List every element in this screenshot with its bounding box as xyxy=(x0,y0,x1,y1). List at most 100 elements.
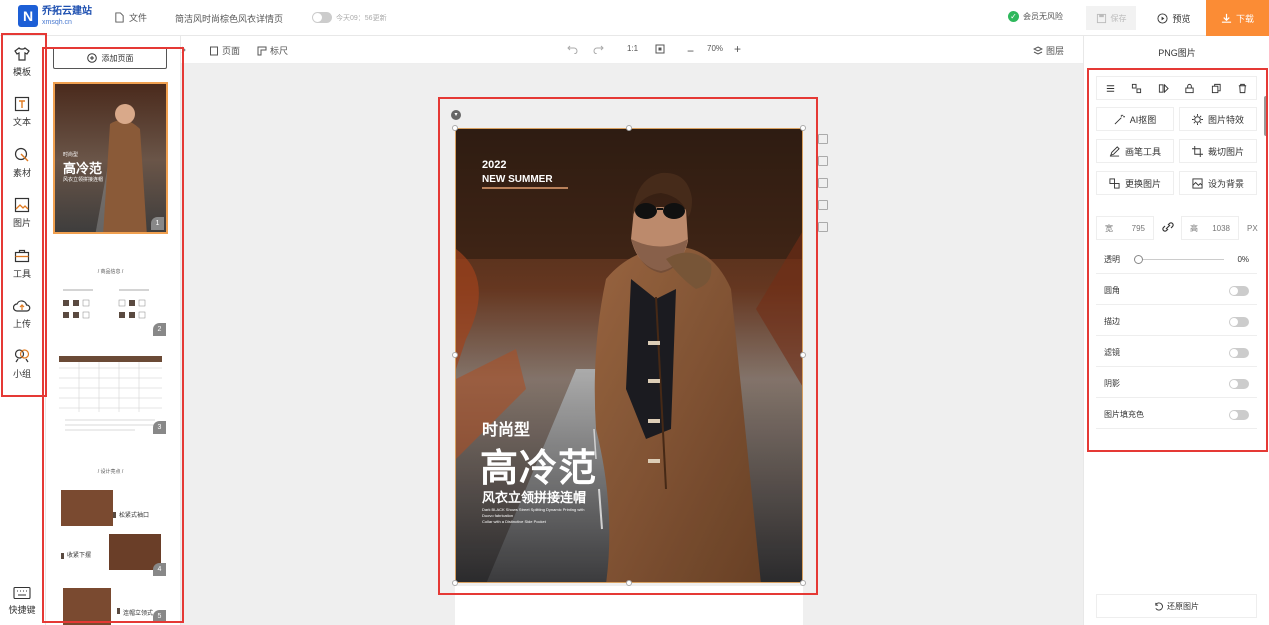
sidebar-item-tools[interactable]: 工具 xyxy=(0,248,44,280)
collapse-arrow-icon[interactable]: ▾ xyxy=(451,110,461,120)
thumb-line2: 高冷范 xyxy=(63,161,103,176)
group-icon[interactable] xyxy=(1131,83,1142,94)
height-value: 1038 xyxy=(1212,223,1230,233)
page-thumb-1[interactable]: 时尚型 高冷范 风衣立领拼接连帽 1 xyxy=(53,82,168,234)
canvas-workspace[interactable]: ▾ 2022 NEW SUMMER 时尚型 高冷范 风衣立领拼接连帽 Dark … xyxy=(181,64,1083,625)
set-background-button[interactable]: 设为背景 xyxy=(1179,171,1257,195)
delete-icon[interactable] xyxy=(1237,83,1248,94)
poster-divider xyxy=(482,187,568,189)
shadow-toggle[interactable] xyxy=(1229,378,1249,389)
sidebar-item-upload[interactable]: 上传 xyxy=(0,298,44,330)
resize-handle[interactable] xyxy=(800,352,806,358)
sidebar-item-templates[interactable]: 模板 xyxy=(0,46,44,78)
flip-icon[interactable] xyxy=(1158,83,1169,94)
stroke-toggle[interactable] xyxy=(1229,316,1249,327)
poster-line3[interactable]: 风衣立领拼接连帽 xyxy=(482,487,586,506)
sidebar-item-shortcuts[interactable]: 快捷键 xyxy=(0,586,44,616)
move-down-icon[interactable] xyxy=(818,156,828,166)
file-menu-button[interactable]: 文件 xyxy=(114,11,147,24)
align-icon[interactable] xyxy=(1105,83,1116,94)
add-page-button[interactable]: 添加页面 xyxy=(53,47,167,69)
replace-icon xyxy=(1109,177,1120,189)
ai-cutout-button[interactable]: AI抠图 xyxy=(1096,107,1174,131)
width-label: 宽 xyxy=(1105,223,1113,233)
unit-label: PX xyxy=(1247,224,1258,233)
poster-season[interactable]: NEW SUMMER xyxy=(482,174,553,185)
page-settings-button[interactable]: 页面 xyxy=(209,44,240,57)
logo[interactable]: N 乔拓云建站 xmsqh.cn xyxy=(18,5,92,27)
file-icon xyxy=(115,12,124,23)
page-thumb-4[interactable]: / 设计亮点 / 松紧式袖口 收紧下摆 4 xyxy=(53,450,168,578)
thumb-detail-photo xyxy=(63,588,120,625)
vip-badge[interactable]: ✓ 会员无风险 xyxy=(1008,11,1063,22)
cloud-upload-icon xyxy=(13,300,31,312)
trash-icon[interactable] xyxy=(818,222,828,232)
sidebar-item-label: 上传 xyxy=(12,319,31,329)
replace-image-button[interactable]: 更换图片 xyxy=(1096,171,1174,195)
poster-small-3[interactable]: Collar with a Distinctive Side Pocket xyxy=(482,519,612,524)
preview-button[interactable]: 预览 xyxy=(1150,6,1198,30)
page-thumb-2[interactable]: / 商品信息 / 2 xyxy=(53,254,168,338)
width-field[interactable]: 宽 795 xyxy=(1096,216,1154,240)
properties-title: PNG图片 xyxy=(1158,48,1196,58)
poster-image[interactable]: 2022 NEW SUMMER 时尚型 高冷范 风衣立领拼接连帽 Dark BL… xyxy=(455,128,803,583)
sidebar-item-label: 文本 xyxy=(12,117,31,127)
opacity-slider[interactable] xyxy=(1133,254,1224,265)
fill-color-toggle[interactable] xyxy=(1229,409,1249,420)
restore-image-button[interactable]: 还原图片 xyxy=(1096,594,1257,618)
lock-icon[interactable] xyxy=(1184,83,1195,94)
preview-label: 预览 xyxy=(1172,13,1191,24)
document-title[interactable]: 简洁风时尚棕色风衣详情页 xyxy=(175,12,283,25)
poster-line2[interactable]: 高冷范 xyxy=(480,437,597,492)
save-button[interactable]: 保存 xyxy=(1086,6,1136,30)
poster-small-1[interactable]: Dark BLACK Shows Street Splitting Dynami… xyxy=(482,507,612,512)
resize-handle[interactable] xyxy=(800,125,806,131)
crop-image-button[interactable]: 裁切图片 xyxy=(1179,139,1257,163)
sidebar-item-text[interactable]: 文本 xyxy=(0,96,44,128)
link-ratio-icon[interactable] xyxy=(1161,220,1175,237)
corner-radius-toggle[interactable] xyxy=(1229,285,1249,296)
brush-tool-button[interactable]: 画笔工具 xyxy=(1096,139,1174,163)
zoom-out-button[interactable]: − xyxy=(687,44,694,58)
layers-button[interactable]: 图层 xyxy=(1033,44,1064,57)
fit-screen-icon xyxy=(655,44,665,54)
preview-icon xyxy=(1157,12,1169,24)
zoom-level[interactable]: 70% xyxy=(707,44,723,53)
sidebar-item-group[interactable]: 小组 xyxy=(0,348,44,380)
redo-button[interactable] xyxy=(593,44,604,54)
page-thumb-3[interactable]: 3 xyxy=(53,352,168,436)
restore-label: 还原图片 xyxy=(1167,601,1199,611)
poster-small-2[interactable]: Duovo fabrication xyxy=(482,513,612,518)
fill-color-row: 图片填充色 xyxy=(1096,401,1257,429)
zoom-in-button[interactable]: + xyxy=(734,42,741,56)
next-page-canvas[interactable] xyxy=(455,586,803,625)
properties-panel: PNG图片 AI抠图 图片特效 画笔工具 裁切图片 更换图片 设为背景 宽 79… xyxy=(1083,36,1269,625)
ruler-toggle[interactable]: 标尺 xyxy=(257,44,288,57)
magic-wand-icon xyxy=(1114,114,1125,124)
left-sidebar: 模板 文本 素材 图片 工具 上传 小组 快捷键 xyxy=(0,36,46,625)
panel-scroll-handle[interactable] xyxy=(1264,96,1268,136)
filter-toggle[interactable] xyxy=(1229,347,1249,358)
sidebar-item-materials[interactable]: 素材 xyxy=(0,147,44,179)
copy-icon[interactable] xyxy=(1211,83,1222,94)
add-page-icon[interactable] xyxy=(818,134,828,144)
poster-year[interactable]: 2022 xyxy=(482,159,506,171)
height-field[interactable]: 高 1038 xyxy=(1181,216,1239,240)
sidebar-item-images[interactable]: 图片 xyxy=(0,197,44,229)
image-effects-button[interactable]: 图片特效 xyxy=(1179,107,1257,131)
fit-screen-button[interactable] xyxy=(655,44,665,54)
split-icon[interactable] xyxy=(818,200,828,210)
shirt-icon xyxy=(14,47,30,61)
resize-handle[interactable] xyxy=(452,125,458,131)
undo-button[interactable] xyxy=(567,44,578,54)
autosave-toggle[interactable] xyxy=(312,12,332,23)
download-button[interactable]: 下载 xyxy=(1206,0,1269,36)
collapse-pages-icon[interactable] xyxy=(181,46,187,54)
ai-cutout-label: AI抠图 xyxy=(1129,114,1157,125)
page-thumb-5[interactable]: 连帽立领式 5 xyxy=(53,584,168,625)
ratio-button[interactable]: 1:1 xyxy=(627,44,638,53)
set-background-label: 设为背景 xyxy=(1207,178,1244,189)
resize-handle[interactable] xyxy=(626,125,632,131)
copy-page-icon[interactable] xyxy=(818,178,828,188)
resize-handle[interactable] xyxy=(452,352,458,358)
